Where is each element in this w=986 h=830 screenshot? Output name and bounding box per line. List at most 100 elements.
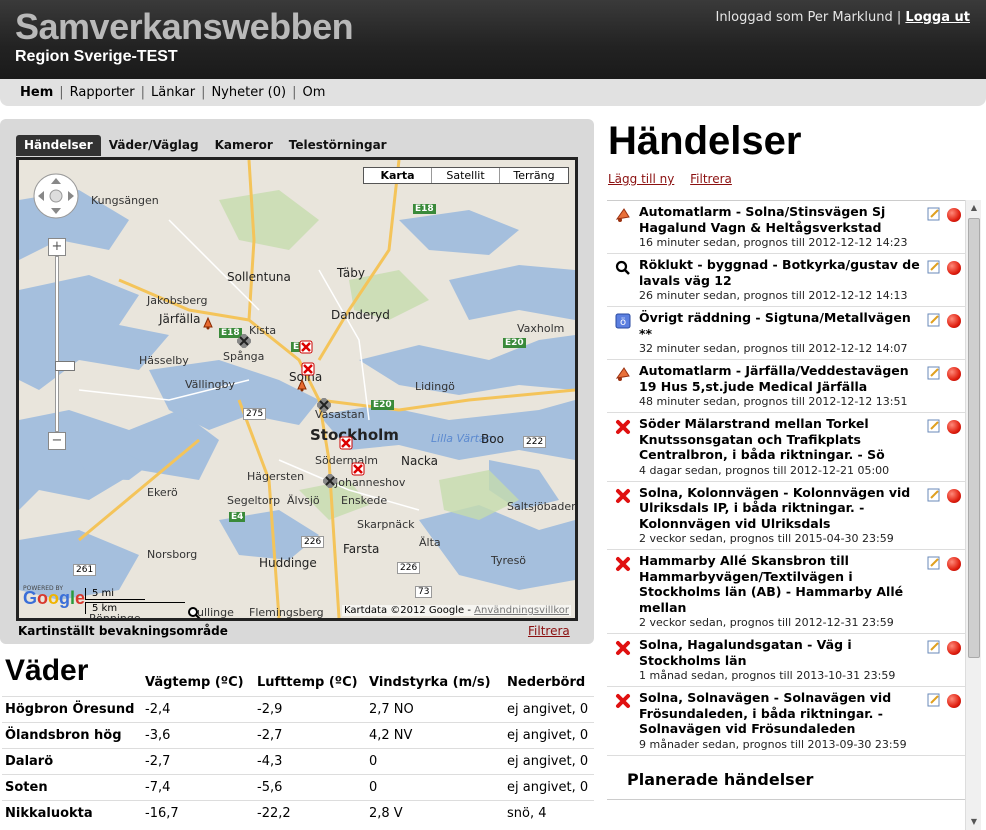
table-row: Nikkaluokta -16,7 -22,2 2,8 V snö, 4: [2, 799, 594, 826]
delete-icon[interactable]: [947, 261, 961, 275]
alarm-bell-marker[interactable]: [295, 378, 309, 392]
nav-news[interactable]: Nyheter (0): [205, 85, 292, 100]
event-title[interactable]: Solna, Hagalundsgatan - Väg i Stockholms…: [639, 637, 923, 668]
nav-links[interactable]: Länkar: [145, 85, 201, 100]
add-event-link[interactable]: Lägg till ny: [608, 172, 674, 186]
map-label: Boo: [481, 432, 504, 446]
delete-icon[interactable]: [947, 488, 961, 503]
event-title[interactable]: Söder Mälarstrand mellan Torkel Knutsson…: [639, 416, 923, 463]
map-view[interactable]: Karta Satellit Terräng + − Kungsängen So…: [16, 157, 578, 621]
event-item[interactable]: Söder Mälarstrand mellan Torkel Knutsson…: [607, 413, 965, 482]
map-type-satellite[interactable]: Satellit: [432, 168, 500, 183]
precipitation: ej angivet, 0: [504, 747, 594, 774]
map-caption: Kartinställt bevakningsområde: [18, 624, 228, 638]
scroll-thumb[interactable]: [968, 218, 980, 658]
alarm-bell-marker[interactable]: [201, 316, 215, 330]
tab-telecom-outages[interactable]: Telestörningar: [281, 135, 395, 156]
map-label: Lidingö: [415, 380, 455, 393]
tab-weather-roads[interactable]: Väder/Väglag: [101, 135, 207, 156]
roadwork-marker[interactable]: [317, 398, 331, 412]
logout-link[interactable]: Logga ut: [905, 10, 970, 25]
event-title[interactable]: Automatlarm - Järfälla/Veddestavägen 19 …: [639, 363, 923, 394]
roadwork-marker[interactable]: [237, 334, 251, 348]
delete-icon[interactable]: [947, 641, 961, 655]
event-title[interactable]: Automatlarm - Solna/Stinsvägen Sj Hagalu…: [639, 204, 923, 235]
event-item[interactable]: ö Övrigt räddning - Sigtuna/Metallvägen …: [607, 307, 965, 360]
filter-events-link[interactable]: Filtrera: [690, 172, 732, 186]
pan-control[interactable]: [31, 172, 81, 220]
closure-marker[interactable]: [351, 462, 365, 476]
event-title[interactable]: Övrigt räddning - Sigtuna/Metallvägen **: [639, 310, 923, 341]
tab-events[interactable]: Händelser: [16, 135, 101, 156]
edit-icon[interactable]: [927, 488, 941, 502]
edit-icon[interactable]: [927, 419, 941, 433]
magnifier-marker[interactable]: [187, 606, 201, 620]
map-label: Tyresö: [491, 554, 527, 567]
map-label: Täby: [337, 266, 366, 280]
edit-icon[interactable]: [927, 207, 941, 221]
pan-icon[interactable]: [31, 172, 81, 220]
terms-link[interactable]: Användningsvillkor: [474, 605, 569, 616]
google-logo[interactable]: Google: [23, 588, 85, 609]
closure-marker[interactable]: [301, 362, 315, 376]
events-list[interactable]: Automatlarm - Solna/Stinsvägen Sj Hagalu…: [607, 200, 965, 830]
closure-marker[interactable]: [299, 340, 313, 354]
edit-icon[interactable]: [927, 366, 941, 380]
nav-about[interactable]: Om: [297, 85, 332, 100]
roadwork-marker[interactable]: [323, 474, 337, 488]
station-name: Nikkaluokta: [2, 799, 142, 826]
event-title[interactable]: Solna, Solnavägen - Solnavägen vid Frösu…: [639, 690, 923, 737]
event-item[interactable]: Solna, Hagalundsgatan - Väg i Stockholms…: [607, 634, 965, 687]
nav-reports[interactable]: Rapporter: [64, 85, 141, 100]
tab-cameras[interactable]: Kameror: [207, 135, 281, 156]
station-name: Ölandsbron hög: [2, 721, 142, 748]
column-header: Vindstyrka (m/s): [369, 675, 491, 691]
nav-home[interactable]: Hem: [14, 85, 59, 100]
map-type-terrain[interactable]: Terräng: [500, 168, 568, 183]
map-label: Jakobsberg: [147, 294, 208, 307]
scroll-down-icon[interactable]: ▼: [966, 814, 982, 830]
event-title[interactable]: Hammarby Allé Skansbron till Hammarbyväg…: [639, 553, 923, 615]
road-closed-icon: [616, 557, 630, 571]
event-item[interactable]: Automatlarm - Solna/Stinsvägen Sj Hagalu…: [607, 201, 965, 254]
event-title[interactable]: Solna, Kolonnvägen - Kolonnvägen vid Ulr…: [639, 485, 923, 532]
user-info: Inloggad som Per Marklund | Logga ut: [715, 10, 970, 25]
zoom-out-button[interactable]: −: [48, 432, 66, 450]
delete-icon[interactable]: [947, 557, 961, 571]
map-filter-link[interactable]: Filtrera: [528, 624, 570, 638]
event-meta: 1 månad sedan, prognos till 2013-10-31 2…: [639, 669, 896, 682]
delete-icon[interactable]: [947, 208, 961, 222]
map-type-map[interactable]: Karta: [364, 168, 432, 183]
edit-icon[interactable]: [927, 313, 941, 327]
event-item[interactable]: Röklukt - byggnad - Botkyrka/gustav de l…: [607, 254, 965, 307]
region-name: Region Sverige-TEST: [15, 48, 178, 65]
delete-icon[interactable]: [947, 314, 961, 328]
events-scrollbar[interactable]: ▲ ▼: [965, 200, 981, 830]
map-label: Enskede: [341, 494, 388, 507]
zoom-in-button[interactable]: +: [48, 238, 66, 256]
event-item[interactable]: Automatlarm - Järfälla/Veddestavägen 19 …: [607, 360, 965, 413]
map-label: Flemingsberg: [249, 606, 324, 619]
delete-icon[interactable]: [947, 420, 961, 434]
scale-km: 5 km: [85, 602, 185, 614]
edit-icon[interactable]: [927, 640, 941, 654]
zoom-track[interactable]: [55, 256, 75, 432]
delete-icon[interactable]: [947, 367, 961, 381]
event-item[interactable]: Solna, Solnavägen - Solnavägen vid Frösu…: [607, 687, 965, 756]
map-label: Segeltorp: [227, 494, 281, 507]
delete-icon[interactable]: [947, 694, 961, 708]
edit-icon[interactable]: [927, 556, 941, 570]
planned-events-heading: Planerade händelser: [607, 756, 965, 800]
edit-icon[interactable]: [927, 260, 941, 274]
weather-table: Vägtemp (ºC) Lufttemp (ºC) Vindstyrka (m…: [2, 670, 594, 826]
scroll-up-icon[interactable]: ▲: [966, 200, 982, 216]
event-title[interactable]: Röklukt - byggnad - Botkyrka/gustav de l…: [639, 257, 923, 288]
map-label: Vaxholm: [517, 322, 565, 335]
road-closed-icon: [616, 420, 630, 434]
zoom-thumb[interactable]: [55, 361, 75, 371]
event-item[interactable]: Solna, Kolonnvägen - Kolonnvägen vid Ulr…: [607, 482, 965, 550]
edit-icon[interactable]: [927, 693, 941, 707]
closure-marker[interactable]: [339, 436, 353, 450]
zoom-slider[interactable]: + −: [48, 238, 75, 450]
event-item[interactable]: Hammarby Allé Skansbron till Hammarbyväg…: [607, 550, 965, 634]
